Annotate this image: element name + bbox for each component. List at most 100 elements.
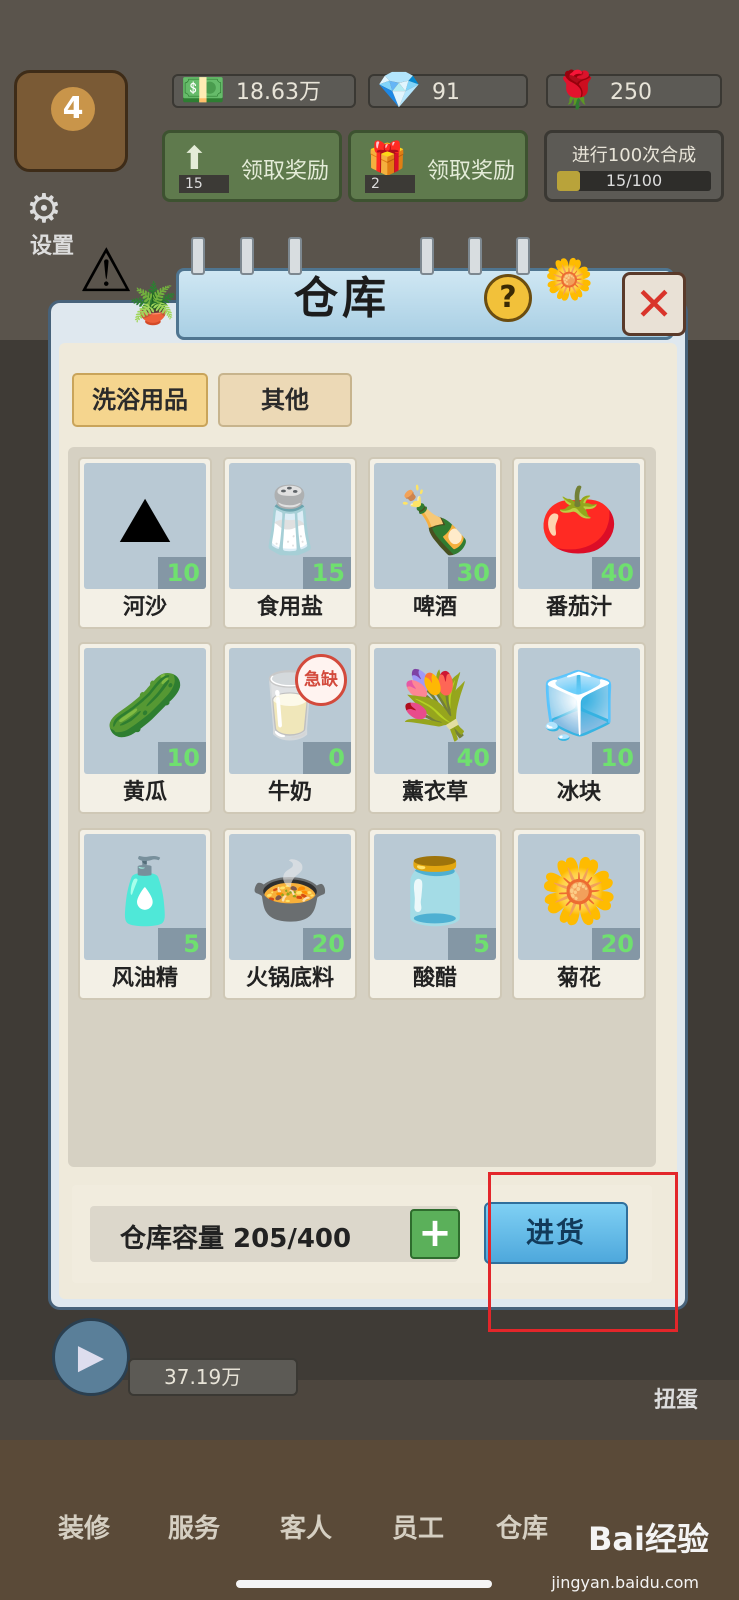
reward-label: 领取奖励	[427, 159, 516, 184]
item-quantity: 10	[158, 742, 206, 774]
tomato-icon: 🍅	[539, 484, 619, 558]
nav-service[interactable]: 服务	[168, 1508, 220, 1545]
item-name: 河沙	[122, 595, 167, 620]
rose-counter: 🌹 250	[546, 70, 722, 111]
salt-bag-icon: 🧂	[250, 484, 330, 558]
item-image: 🧂 15	[229, 463, 351, 589]
capacity-label: 仓库容量 205/400	[120, 1224, 352, 1254]
item-card[interactable]: 🌼 20 菊花	[512, 828, 646, 1000]
close-button[interactable]: ✕	[622, 272, 686, 336]
level-badge[interactable]: 4	[14, 70, 128, 172]
nav-staff[interactable]: 员工	[392, 1508, 444, 1545]
gem-counter: 💎 91	[368, 70, 528, 111]
item-quantity: 15	[303, 557, 351, 589]
item-card[interactable]: 🧂 15 食用盐	[223, 457, 357, 629]
beer-bottle-icon: 🍾	[395, 484, 475, 558]
urgent-badge: 急缺	[295, 654, 347, 706]
item-name: 番茄汁	[545, 595, 612, 620]
money-counter: 💵 18.63万	[172, 70, 356, 111]
help-button[interactable]: ?	[484, 274, 532, 322]
merge-title: 进行100次合成	[571, 145, 697, 166]
item-image: 🧊 10	[518, 648, 640, 774]
item-quantity: 40	[448, 742, 496, 774]
rose-icon: 🌹	[554, 70, 600, 111]
gift-icon: 🎁	[367, 139, 407, 177]
gem-value: 91	[432, 80, 460, 105]
item-card[interactable]: 🫙 5 酸醋	[368, 828, 502, 1000]
item-card[interactable]: 🥛 0 急缺牛奶	[223, 642, 357, 814]
item-name: 风油精	[111, 966, 178, 991]
watermark-brand: Bai经验	[588, 1520, 709, 1558]
item-name: 菊花	[556, 966, 601, 991]
item-image: ⛰ 10	[84, 463, 206, 589]
item-card[interactable]: 💐 40 薰衣草	[368, 642, 502, 814]
item-card[interactable]: 🧴 5 风油精	[78, 828, 212, 1000]
nav-decorate[interactable]: 装修	[58, 1508, 110, 1545]
nav-customers[interactable]: 客人	[280, 1508, 332, 1545]
potted-plant-icon: 🪴	[128, 281, 178, 327]
watermark-url: jingyan.baidu.com	[551, 1573, 699, 1592]
cucumber-icon: 🥒	[105, 669, 185, 743]
item-image: 🧴 5	[84, 834, 206, 960]
faucet-icon	[240, 237, 254, 275]
rose-value: 250	[610, 80, 652, 105]
nav-warehouse[interactable]: 仓库	[496, 1508, 548, 1545]
vinegar-jug-icon: 🫙	[395, 855, 475, 929]
item-card[interactable]: 🍾 30 啤酒	[368, 457, 502, 629]
highlight-frame	[488, 1172, 678, 1332]
title-banner	[176, 268, 674, 340]
item-card[interactable]: 🍲 20 火锅底料	[223, 828, 357, 1000]
merge-task[interactable]: 进行100次合成 15/100	[544, 130, 724, 202]
item-card[interactable]: ⛰ 10 河沙	[78, 457, 212, 629]
reward-label: 领取奖励	[241, 159, 330, 184]
item-quantity: 5	[158, 928, 206, 960]
item-quantity: 20	[592, 928, 640, 960]
gacha-button[interactable]: 扭蛋	[654, 1382, 698, 1414]
tab-toiletries[interactable]: 洗浴用品	[72, 373, 208, 427]
gear-icon[interactable]: ⚙	[26, 186, 62, 232]
item-quantity: 40	[592, 557, 640, 589]
item-image: 🍅 40	[518, 463, 640, 589]
faucet-icon	[516, 237, 530, 275]
ice-cube-icon: 🧊	[539, 669, 619, 743]
item-quantity: 10	[158, 557, 206, 589]
item-name: 啤酒	[412, 595, 457, 620]
level-number: 4	[51, 87, 95, 131]
tab-others[interactable]: 其他	[218, 373, 352, 427]
video-reward-money[interactable]: 37.19万	[128, 1358, 298, 1396]
item-image: 🥒 10	[84, 648, 206, 774]
item-name: 薰衣草	[401, 780, 468, 805]
money-value: 18.63万	[236, 80, 321, 105]
merge-progress-bar: 15/100	[557, 171, 711, 191]
hotpot-base-icon: 🍲	[250, 855, 330, 929]
expand-capacity-button[interactable]: +	[410, 1209, 460, 1259]
faucet-icon	[420, 237, 434, 275]
item-name: 牛奶	[267, 780, 312, 805]
chrysanthemum-icon: 🌼	[539, 855, 619, 929]
merge-progress-text: 15/100	[605, 171, 663, 190]
item-quantity: 20	[303, 928, 351, 960]
item-name: 火锅底料	[245, 966, 334, 991]
item-card[interactable]: 🧊 10 冰块	[512, 642, 646, 814]
arrow-up-icon: ⬆	[181, 139, 208, 177]
reward-button-2[interactable]: 🎁 2 领取奖励	[348, 130, 528, 202]
lavender-icon: 💐	[395, 669, 475, 743]
reward-button-1[interactable]: ⬆ 15 领取奖励	[162, 130, 342, 202]
item-name: 黄瓜	[122, 780, 167, 805]
video-play-icon[interactable]: ▶	[52, 1318, 130, 1396]
faucet-icon	[468, 237, 482, 275]
item-name: 酸醋	[412, 966, 457, 991]
home-indicator[interactable]	[236, 1580, 492, 1588]
item-name: 食用盐	[256, 595, 323, 620]
dialog-title: 仓库	[294, 273, 390, 324]
sand-pile-icon: ⛰	[118, 484, 172, 558]
oil-bottle-icon: 🧴	[105, 855, 185, 929]
item-card[interactable]: 🍅 40 番茄汁	[512, 457, 646, 629]
item-quantity: 30	[448, 557, 496, 589]
item-image: 🥛 0 急缺	[229, 648, 351, 774]
item-image: 🫙 5	[374, 834, 496, 960]
cash-icon: 💵	[180, 70, 226, 111]
diamond-icon: 💎	[376, 70, 422, 111]
item-card[interactable]: 🥒 10 黄瓜	[78, 642, 212, 814]
item-image: 🍲 20	[229, 834, 351, 960]
